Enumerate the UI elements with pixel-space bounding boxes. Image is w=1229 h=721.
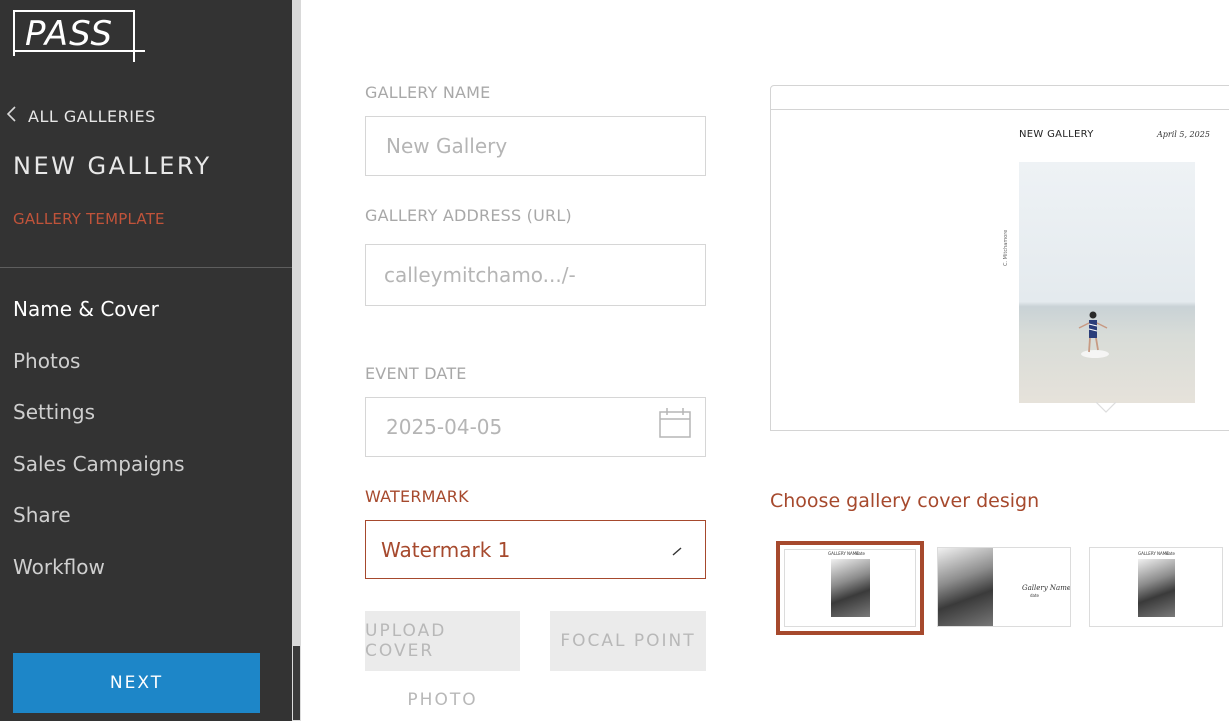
sidebar-item-settings[interactable]: Settings bbox=[13, 397, 185, 449]
preview-side-text: C. Mitchamore bbox=[1003, 229, 1009, 266]
design-3-photo bbox=[1138, 559, 1175, 617]
calendar-icon[interactable] bbox=[659, 408, 691, 438]
back-to-all-galleries-link[interactable]: ALL GALLERIES bbox=[6, 106, 156, 127]
cover-design-option-2[interactable]: Gallery Name date bbox=[937, 547, 1071, 627]
upload-cover-photo-label-line2: PHOTO bbox=[407, 690, 478, 710]
gallery-name-input[interactable]: New Gallery bbox=[365, 116, 706, 176]
gallery-template-link[interactable]: GALLERY TEMPLATE bbox=[13, 210, 165, 228]
sidebar-scrollbar[interactable] bbox=[292, 0, 301, 721]
event-date-label: EVENT DATE bbox=[365, 364, 467, 383]
cover-design-heading: Choose gallery cover design bbox=[770, 490, 1040, 512]
watermark-value: Watermark 1 bbox=[381, 537, 511, 562]
cover-design-option-1[interactable]: GALLERY NAME date bbox=[776, 541, 924, 635]
sidebar-item-name-cover[interactable]: Name & Cover bbox=[13, 294, 185, 346]
design-3-date: date bbox=[1166, 551, 1176, 556]
design-2-title: Gallery Name bbox=[1022, 584, 1071, 592]
design-1-photo bbox=[831, 559, 870, 617]
gallery-address-label: GALLERY ADDRESS (URL) bbox=[365, 206, 572, 225]
watermark-select[interactable]: Watermark 1 bbox=[365, 520, 706, 579]
design-1-title: GALLERY NAME bbox=[828, 551, 859, 556]
sidebar-divider bbox=[0, 267, 292, 268]
chevron-left-icon bbox=[6, 106, 22, 127]
pass-logo[interactable]: PASS bbox=[13, 10, 145, 62]
event-date-value: 2025-04-05 bbox=[386, 415, 503, 439]
design-2-photo bbox=[938, 548, 993, 626]
logo-text: PASS bbox=[25, 14, 114, 54]
scrollbar-track[interactable] bbox=[292, 0, 301, 645]
sidebar: PASS ALL GALLERIES NEW GALLERY GALLERY T… bbox=[0, 0, 292, 721]
scrollbar-thumb[interactable] bbox=[292, 645, 301, 721]
sidebar-nav: Name & Cover Photos Settings Sales Campa… bbox=[13, 294, 185, 603]
preview-scroll-caret-icon bbox=[1096, 402, 1116, 413]
sidebar-item-sales-campaigns[interactable]: Sales Campaigns bbox=[13, 449, 185, 501]
preview-browser-bar bbox=[771, 86, 1229, 110]
preview-gallery-date: April 5, 2025 bbox=[1157, 130, 1210, 139]
preview-gallery-title: NEW GALLERY bbox=[1019, 129, 1094, 140]
pencil-icon[interactable] bbox=[671, 545, 683, 557]
event-date-input[interactable]: 2025-04-05 bbox=[365, 397, 706, 457]
preview-cover-photo bbox=[1019, 162, 1195, 403]
gallery-title: NEW GALLERY bbox=[13, 152, 212, 180]
upload-cover-photo-button[interactable]: UPLOAD COVER bbox=[365, 611, 520, 671]
sidebar-item-share[interactable]: Share bbox=[13, 500, 185, 552]
focal-point-button[interactable]: FOCAL POINT bbox=[550, 611, 706, 671]
gallery-name-label: GALLERY NAME bbox=[365, 83, 491, 102]
watermark-label: WATERMARK bbox=[365, 487, 469, 506]
sidebar-item-photos[interactable]: Photos bbox=[13, 346, 185, 398]
sidebar-item-workflow[interactable]: Workflow bbox=[13, 552, 185, 604]
design-1-date: date bbox=[856, 551, 866, 556]
gallery-address-input[interactable]: calleymitchamo.../- bbox=[365, 244, 706, 306]
cover-design-option-3[interactable]: GALLERY NAME date bbox=[1089, 547, 1223, 627]
design-2-subtitle: date bbox=[1030, 593, 1040, 598]
cover-preview: NEW GALLERY April 5, 2025 C. Mitchamore bbox=[770, 85, 1229, 431]
design-3-title: GALLERY NAME bbox=[1138, 551, 1169, 556]
next-button[interactable]: NEXT bbox=[13, 653, 260, 713]
back-link-label: ALL GALLERIES bbox=[28, 107, 156, 126]
